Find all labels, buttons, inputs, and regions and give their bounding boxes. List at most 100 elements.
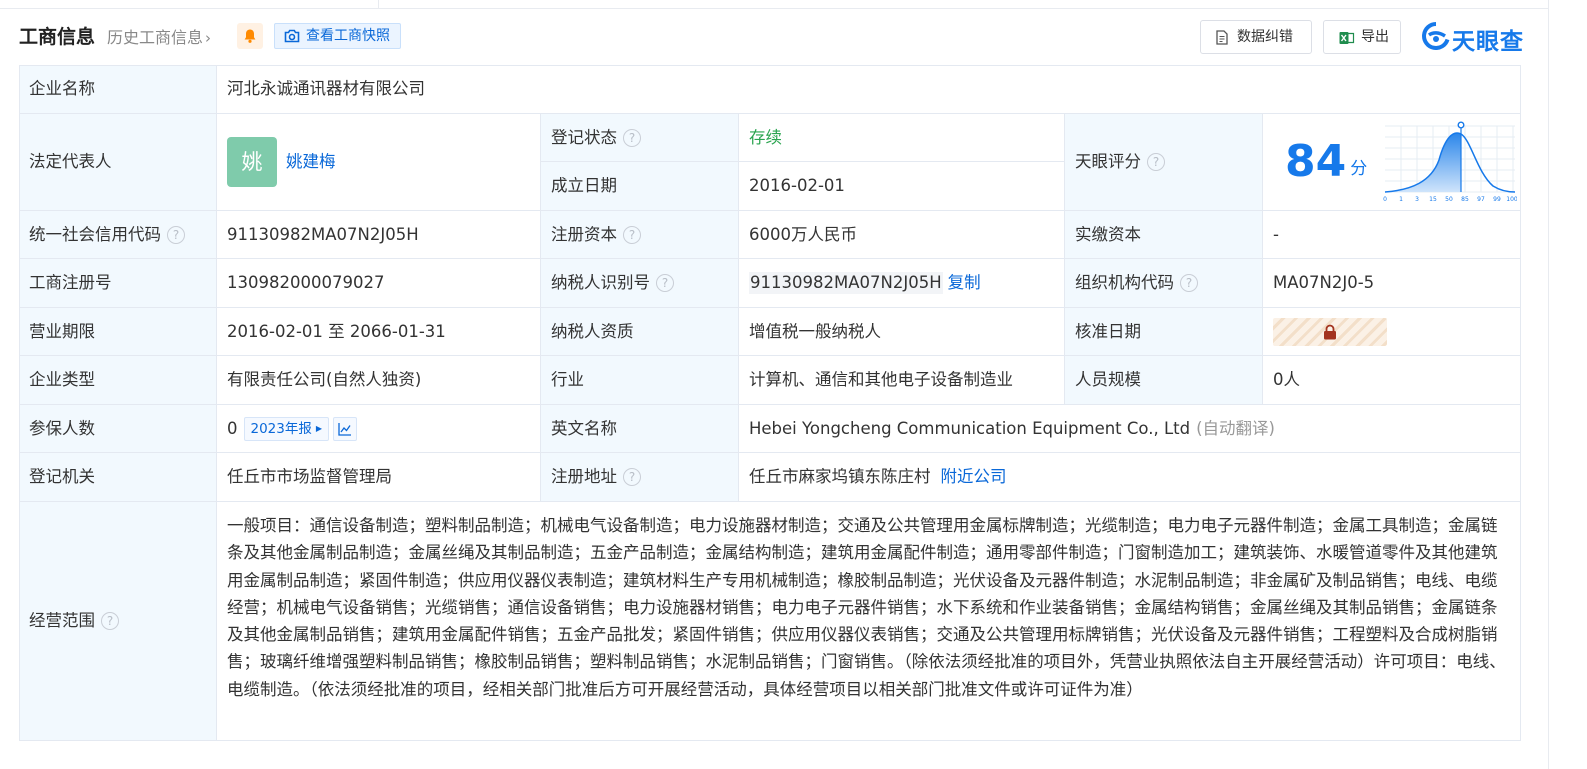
- score-distribution-chart: 0 1 3 15 50 85 97 99 100: [1383, 121, 1518, 203]
- trend-chart-button[interactable]: [333, 416, 358, 441]
- chevron-right-icon: ›: [205, 29, 212, 47]
- term-label: 营业期限: [19, 308, 217, 356]
- help-icon[interactable]: ?: [101, 612, 119, 630]
- snapshot-label[interactable]: 查看工商快照: [306, 28, 390, 44]
- reg-no-value: 130982000079027: [217, 259, 541, 308]
- help-icon[interactable]: ?: [623, 468, 641, 486]
- taxpayer-qual-label: 纳税人资质: [541, 308, 739, 356]
- reg-authority-value: 任丘市市场监督管理局: [217, 453, 541, 502]
- reg-no-label: 工商注册号: [19, 259, 217, 308]
- score-axis-tick: 15: [1429, 196, 1437, 203]
- excel-icon: [1339, 32, 1355, 44]
- scope-label: 经营范围: [29, 611, 95, 630]
- score-unit: 分: [1350, 159, 1368, 179]
- help-icon[interactable]: ?: [656, 274, 674, 292]
- auto-translate-note: (自动翻译): [1196, 418, 1275, 438]
- help-icon[interactable]: ?: [623, 128, 641, 147]
- vip-locked-value[interactable]: [1273, 317, 1387, 346]
- lock-icon: [1324, 324, 1336, 339]
- business-info-table: 企业名称 河北永诚通讯器材有限公司 法定代表人 姚 姚建梅 登记状态? 存续 成…: [19, 65, 1521, 741]
- staff-size-label: 人员规模: [1065, 356, 1263, 405]
- export-button[interactable]: 导出: [1323, 20, 1401, 54]
- industry-label: 行业: [541, 356, 739, 405]
- established-label: 成立日期: [541, 162, 739, 211]
- scrollbar-track[interactable]: [1548, 0, 1549, 769]
- reg-address-label-cell: 注册地址?: [541, 453, 739, 502]
- reg-capital-value: 6000万人民币: [739, 211, 1065, 259]
- triangle-right-icon: ▶: [315, 423, 323, 433]
- copy-link[interactable]: 复制: [948, 272, 981, 294]
- taxpayer-id-label-cell: 纳税人识别号?: [541, 259, 739, 308]
- org-code-label-cell: 组织机构代码?: [1065, 259, 1263, 308]
- score-axis-tick: 3: [1415, 196, 1419, 203]
- monitor-bell-button[interactable]: [237, 23, 263, 49]
- scope-label-cell: 经营范围?: [19, 502, 217, 741]
- score-label-cell: 天眼评分?: [1065, 114, 1263, 211]
- company-name-value: 河北永诚通讯器材有限公司: [217, 65, 1521, 114]
- help-icon[interactable]: ?: [167, 225, 185, 244]
- org-code-label: 组织机构代码: [1075, 273, 1174, 292]
- paid-capital-label: 实缴资本: [1065, 211, 1263, 259]
- score-axis-tick: 99: [1493, 196, 1501, 203]
- reg-status-value: 存续: [749, 127, 782, 147]
- insured-cell: 0 2023年报 ▶: [217, 405, 541, 453]
- data-correction-label[interactable]: 数据纠错: [1237, 29, 1293, 45]
- approval-date-label: 核准日期: [1065, 308, 1263, 356]
- legal-rep-name-link[interactable]: 姚建梅: [286, 151, 336, 173]
- help-icon[interactable]: ?: [623, 225, 641, 244]
- history-link[interactable]: 历史工商信息 ›: [107, 24, 211, 48]
- top-strip: [0, 0, 1548, 9]
- data-correction-button[interactable]: 数据纠错: [1200, 20, 1312, 54]
- taxpayer-id-label: 纳税人识别号: [551, 273, 650, 292]
- avatar[interactable]: 姚: [227, 137, 277, 187]
- industry-value: 计算机、通信和其他电子设备制造业: [739, 356, 1065, 405]
- term-value: 2016-02-01 至 2066-01-31: [217, 308, 541, 356]
- brand-name: 天眼查: [1452, 29, 1524, 55]
- scope-value: 一般项目：通信设备制造；塑料制品制造；机械电气设备制造；电力设施器材制造；交通及…: [217, 502, 1521, 741]
- score-cell[interactable]: 84 分 0 1 3 15 50 85 97 99 100: [1263, 114, 1521, 211]
- reg-status-value-cell: 存续: [739, 114, 1065, 162]
- reg-address-label: 注册地址: [551, 467, 617, 486]
- credit-code-label: 统一社会信用代码: [29, 224, 161, 244]
- approval-date-cell: [1263, 308, 1521, 356]
- legal-rep-label: 法定代表人: [19, 114, 217, 211]
- legal-rep-cell: 姚 姚建梅: [217, 114, 541, 211]
- score-axis-tick: 0: [1383, 196, 1387, 203]
- help-icon[interactable]: ?: [1180, 274, 1198, 292]
- reg-capital-label: 注册资本: [551, 224, 617, 244]
- score-axis-tick: 97: [1477, 196, 1485, 203]
- english-name-label: 英文名称: [541, 405, 739, 453]
- nearby-companies-link[interactable]: 附近公司: [941, 466, 1007, 488]
- taxpayer-id-value: 91130982MA07N2J05H: [749, 272, 943, 294]
- score-axis-tick: 85: [1461, 196, 1469, 203]
- insured-label: 参保人数: [19, 405, 217, 453]
- paid-capital-value: -: [1263, 211, 1521, 259]
- help-icon[interactable]: ?: [1147, 153, 1165, 171]
- section-title: 工商信息: [19, 26, 96, 48]
- history-label[interactable]: 历史工商信息: [107, 28, 203, 47]
- annual-report-label[interactable]: 2023年报: [251, 418, 312, 440]
- annual-report-button[interactable]: 2023年报 ▶: [243, 416, 330, 441]
- score-axis-tick: 100: [1507, 196, 1518, 203]
- credit-code-label-cell: 统一社会信用代码?: [19, 211, 217, 259]
- trend-icon: [338, 422, 352, 436]
- score-label: 天眼评分: [1075, 152, 1141, 171]
- reg-address-cell: 任丘市麻家坞镇东陈庄村 附近公司: [739, 453, 1521, 502]
- company-name-label: 企业名称: [19, 65, 217, 114]
- taxpayer-id-cell: 91130982MA07N2J05H 复制: [739, 259, 1065, 308]
- score-value: 84: [1285, 136, 1347, 187]
- reg-address-value: 任丘市麻家坞镇东陈庄村: [749, 467, 931, 486]
- org-code-value: MA07N2J0-5: [1263, 259, 1521, 308]
- staff-size-value: 0人: [1263, 356, 1521, 405]
- english-name-cell: Hebei Yongcheng Communication Equipment …: [739, 405, 1521, 453]
- snapshot-button[interactable]: 查看工商快照: [274, 23, 401, 49]
- insured-value: 0: [227, 418, 238, 438]
- section-header: 工商信息 历史工商信息 › 查看工商快照 数据纠错 导出 天眼查: [19, 17, 1524, 57]
- credit-code-value: 91130982MA07N2J05H: [217, 211, 541, 259]
- reg-status-label: 登记状态: [551, 127, 617, 147]
- document-icon: [1216, 30, 1228, 45]
- export-label[interactable]: 导出: [1361, 29, 1389, 45]
- score-axis-tick: 1: [1399, 196, 1403, 203]
- reg-capital-label-cell: 注册资本?: [541, 211, 739, 259]
- bell-icon: [244, 29, 256, 43]
